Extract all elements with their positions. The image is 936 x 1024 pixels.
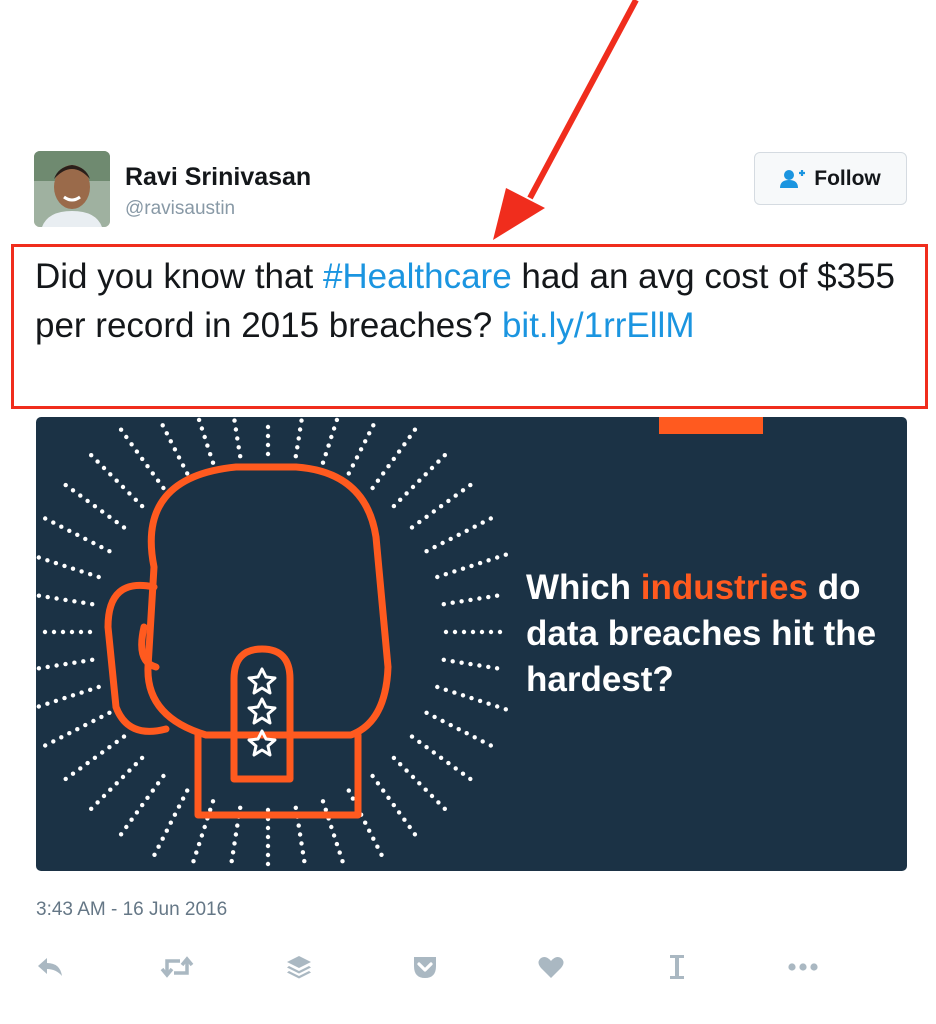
headline-part: Which [526, 568, 641, 607]
follow-label: Follow [814, 166, 881, 190]
pocket-icon[interactable] [405, 950, 445, 984]
instapaper-icon[interactable] [657, 950, 697, 984]
tweet-text-part: Did you know that [35, 257, 323, 296]
author-handle[interactable]: @ravisaustin [125, 198, 235, 220]
like-icon[interactable] [531, 950, 571, 984]
tweet-timestamp[interactable]: 3:43 AM - 16 Jun 2016 [36, 899, 227, 921]
author-name[interactable]: Ravi Srinivasan [125, 163, 311, 192]
tweet-text: Did you know that #Healthcare had an avg… [35, 252, 915, 350]
avatar[interactable] [34, 151, 110, 227]
hashtag-link[interactable]: #Healthcare [323, 257, 512, 296]
avatar-photo [34, 151, 110, 227]
follow-button[interactable]: Follow [754, 152, 907, 205]
annotation-arrow [493, 0, 639, 240]
headline-accent: industries [640, 568, 808, 607]
follow-user-icon [780, 169, 806, 188]
media-headline: Which industries do data breaches hit th… [526, 565, 896, 703]
buffer-icon[interactable] [279, 950, 319, 984]
retweet-icon[interactable] [157, 950, 197, 984]
tweet-link[interactable]: bit.ly/1rrEllM [502, 306, 695, 345]
tweet-media-image[interactable]: Which industries do data breaches hit th… [36, 417, 907, 871]
reply-icon[interactable] [30, 950, 70, 984]
more-icon[interactable] [783, 950, 823, 984]
